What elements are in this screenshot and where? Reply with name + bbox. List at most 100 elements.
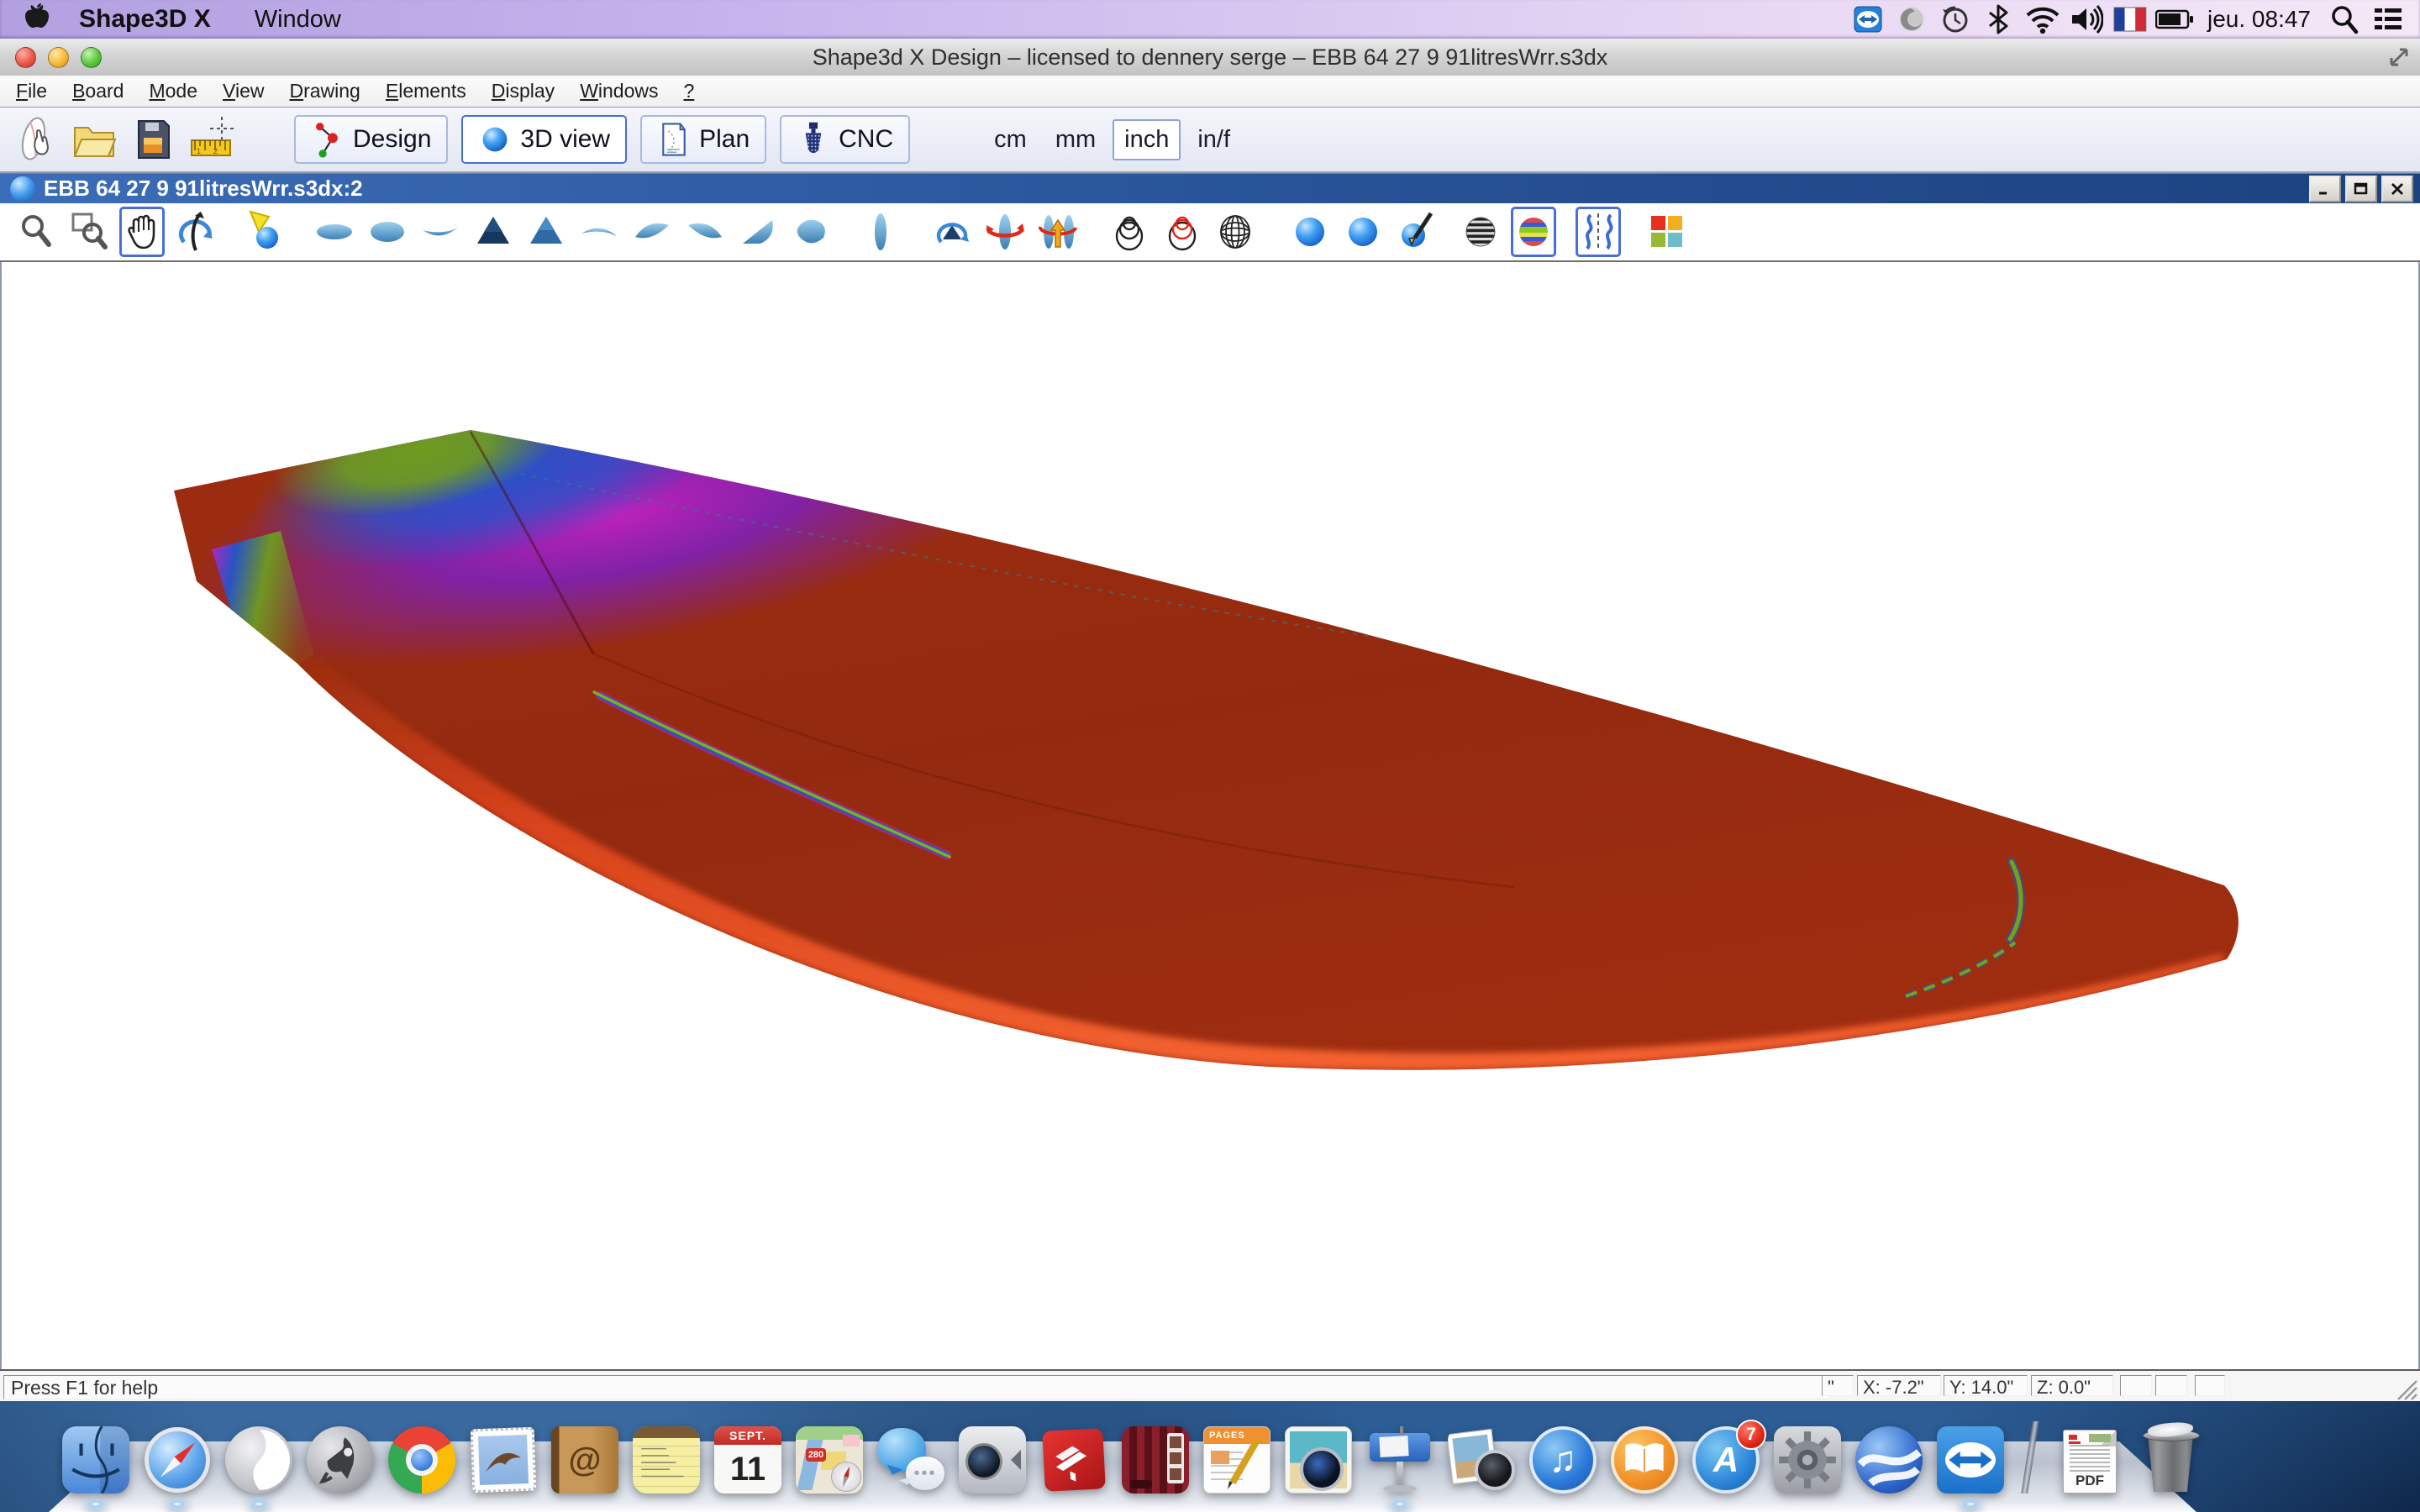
save-icon[interactable]	[129, 114, 176, 165]
unit-mm[interactable]: mm	[1044, 119, 1107, 160]
menu-file[interactable]: File	[3, 80, 60, 102]
dock-maps[interactable]: 280	[796, 1426, 863, 1494]
zoom-area-tool[interactable]	[66, 207, 112, 257]
new-board-icon[interactable]	[12, 114, 59, 165]
surfboard-3d-render[interactable]	[2, 262, 2418, 1369]
menubar-app-name[interactable]: Shape3D X	[79, 5, 211, 34]
mode-button-plan[interactable]: Plan	[640, 115, 766, 164]
dock-items: @ SEPT.11280••• PAGES ♫ A7 PDF	[62, 1421, 2205, 1494]
render-shaded-tool[interactable]	[1340, 207, 1386, 257]
view-outline-tool[interactable]	[788, 207, 834, 257]
dock-app-store[interactable]: A7	[1692, 1426, 1760, 1494]
light-tool[interactable]	[242, 207, 287, 257]
view-rocker-down-tool[interactable]	[576, 207, 622, 257]
wireframe-tool[interactable]	[1107, 207, 1152, 257]
view-bottom-tool[interactable]	[365, 207, 410, 257]
teamviewer-status-icon[interactable]	[1849, 3, 1886, 36]
notification-center-icon[interactable]	[2370, 3, 2407, 36]
menu-board[interactable]: Board	[60, 80, 136, 102]
dock-keynote[interactable]	[1366, 1426, 1434, 1494]
dock-safari[interactable]	[144, 1426, 211, 1494]
rotate-horizontal-tool[interactable]	[982, 207, 1028, 257]
unit-inch[interactable]: inch	[1113, 119, 1181, 160]
dock-finder[interactable]	[62, 1426, 129, 1494]
volume-icon[interactable]	[2068, 3, 2105, 36]
dock-photo-booth[interactable]	[1122, 1426, 1189, 1494]
rotate-3d-tool[interactable]	[172, 207, 218, 257]
dock-ibooks[interactable]	[1611, 1426, 1678, 1494]
dock-facetime[interactable]	[959, 1426, 1026, 1494]
wireframe-slices-tool[interactable]	[1160, 207, 1205, 257]
dock-trash[interactable]	[2138, 1426, 2205, 1494]
menu-drawing[interactable]: Drawing	[276, 80, 372, 102]
dock-mail[interactable]	[470, 1426, 537, 1494]
zoom-tool[interactable]	[13, 207, 59, 257]
dock-teamviewer[interactable]	[1937, 1426, 2004, 1494]
doc-close-button[interactable]	[2381, 176, 2413, 202]
dock-google-earth[interactable]	[1855, 1426, 1923, 1494]
apple-icon[interactable]	[22, 3, 50, 36]
mode-button-design[interactable]: Design	[294, 115, 448, 164]
dock-wave-app[interactable]	[225, 1426, 292, 1494]
window-resize-icon[interactable]	[2386, 45, 2412, 70]
open-folder-icon[interactable]	[71, 114, 118, 165]
menubar-clock[interactable]: jeu. 08:47	[2207, 6, 2311, 33]
view-wedge-tool[interactable]	[735, 207, 781, 257]
measurements-ruler-icon[interactable]: 12	[188, 114, 235, 165]
pan-hand-tool[interactable]	[119, 207, 165, 257]
menu-display[interactable]: Display	[479, 80, 567, 102]
render-paint-tool[interactable]	[1393, 207, 1439, 257]
color-map-tool[interactable]	[1644, 207, 1689, 257]
view-front-tool[interactable]	[858, 207, 903, 257]
viewport-3d[interactable]	[0, 262, 2420, 1369]
flow-lines-tool[interactable]	[1576, 207, 1621, 257]
dock-rocket-app[interactable]	[307, 1426, 374, 1494]
render-curvature-tool[interactable]	[1511, 207, 1556, 257]
dock-sketchup[interactable]	[1040, 1426, 1107, 1494]
menu-view[interactable]: View	[210, 80, 276, 102]
resize-grip[interactable]	[2393, 1376, 2418, 1401]
menu-?[interactable]: ?	[671, 80, 708, 102]
window-title-bar[interactable]: Shape3d X Design – licensed to dennery s…	[0, 39, 2420, 76]
view-tail-dark-tool[interactable]	[471, 207, 516, 257]
dock-messages[interactable]: •••	[877, 1426, 944, 1494]
dock-itunes[interactable]: ♫	[1529, 1426, 1597, 1494]
rotate-vertical-tool[interactable]	[929, 207, 975, 257]
dock-calendar[interactable]: SEPT.11	[714, 1426, 781, 1494]
dock-iphoto[interactable]	[1285, 1426, 1352, 1494]
swirl-app-icon[interactable]	[1893, 3, 1930, 36]
view-blade-right-tool[interactable]	[682, 207, 728, 257]
render-solid-tool[interactable]	[1287, 207, 1333, 257]
time-machine-icon[interactable]	[1937, 3, 1974, 36]
flip-board-tool[interactable]	[1035, 207, 1081, 257]
unit-in-f[interactable]: in/f	[1186, 119, 1242, 160]
doc-maximize-button[interactable]	[2345, 176, 2377, 202]
dock-contacts[interactable]: @	[551, 1426, 618, 1494]
menu-windows[interactable]: Windows	[567, 80, 671, 102]
wifi-icon[interactable]	[2024, 3, 2061, 36]
spotlight-icon[interactable]	[2326, 3, 2363, 36]
view-deck-tool[interactable]	[312, 207, 357, 257]
menu-elements[interactable]: Elements	[373, 80, 479, 102]
view-tail-tool[interactable]	[523, 207, 569, 257]
dock-notes[interactable]	[633, 1426, 700, 1494]
mode-button-cnc[interactable]: CNC	[780, 115, 910, 164]
doc-minimize-button[interactable]	[2309, 176, 2341, 202]
menubar-menu-window[interactable]: Window	[255, 6, 341, 34]
menu-mode[interactable]: Mode	[136, 80, 210, 102]
dock-photos-lens[interactable]	[1448, 1426, 1515, 1494]
dock-system-preferences[interactable]	[1774, 1426, 1841, 1494]
mode-button-3d-view[interactable]: 3D view	[461, 115, 627, 164]
dock-chrome[interactable]	[388, 1426, 455, 1494]
bluetooth-icon[interactable]	[1981, 3, 2018, 36]
view-rocker-up-tool[interactable]	[418, 207, 463, 257]
view-blade-left-tool[interactable]	[629, 207, 675, 257]
render-stripes-tool[interactable]	[1458, 207, 1503, 257]
dock-pages[interactable]: PAGES	[1203, 1426, 1270, 1494]
wireframe-mesh-tool[interactable]	[1213, 207, 1258, 257]
dock-pdf-document[interactable]: PDF	[2056, 1426, 2123, 1494]
input-language-flag-icon[interactable]	[2112, 3, 2149, 36]
document-window-title-bar[interactable]: EBB 64 27 9 91litresWrr.s3dx:2	[0, 173, 2420, 203]
battery-icon[interactable]	[2155, 3, 2192, 36]
unit-cm[interactable]: cm	[982, 119, 1039, 160]
